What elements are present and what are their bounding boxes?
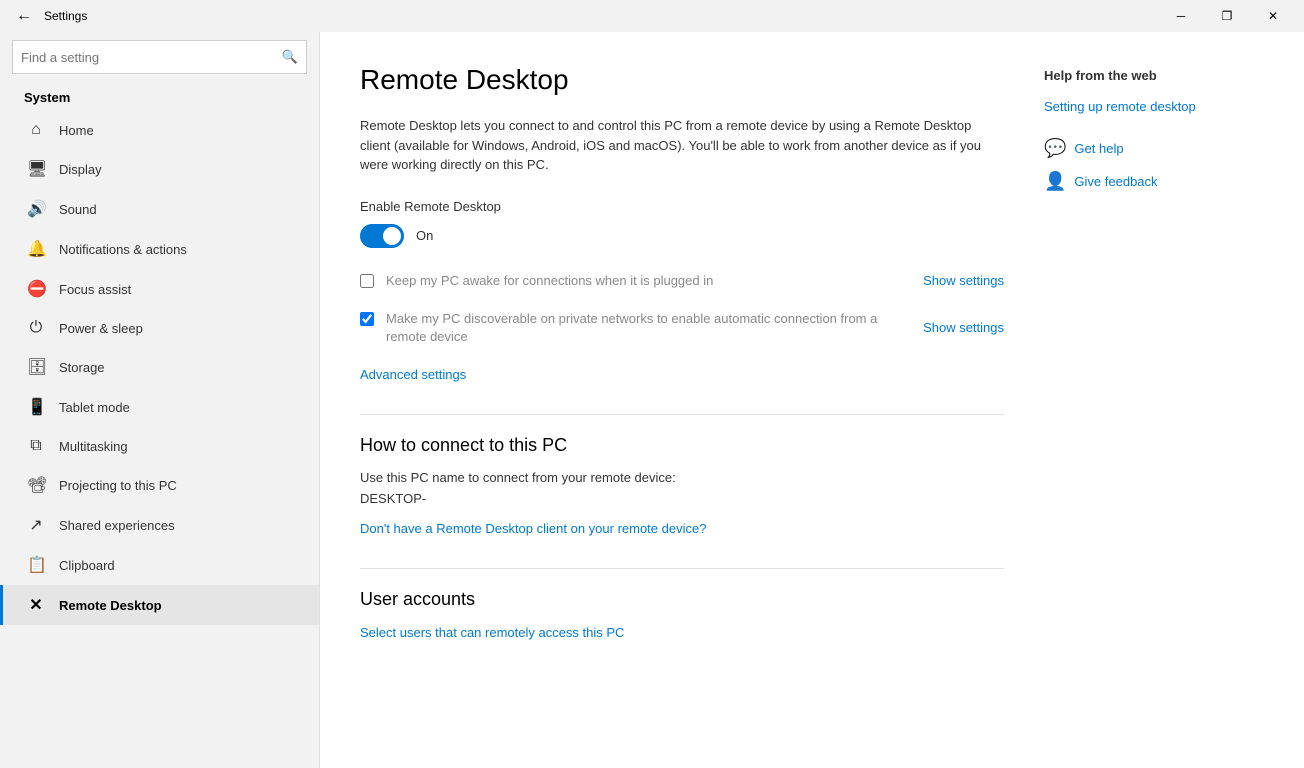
sidebar-item-projecting[interactable]: 📽 Projecting to this PC [0,465,319,505]
give-feedback-link[interactable]: Give feedback [1074,174,1157,189]
toggle-row: On [360,224,1004,248]
page-title: Remote Desktop [360,64,1004,96]
search-input[interactable] [21,50,282,65]
minimize-button[interactable]: ─ [1158,0,1204,32]
main-content: Remote Desktop Remote Desktop lets you c… [360,64,1004,736]
sidebar-item-focus-assist[interactable]: ⛔ Focus assist [0,269,319,309]
sidebar-item-sound[interactable]: 🔊 Sound [0,189,319,229]
sidebar-item-label: Remote Desktop [59,598,162,613]
sidebar-item-label: Display [59,162,102,177]
give-feedback-action[interactable]: 👤 Give feedback [1044,171,1264,192]
app-body: 🔍 System ⌂ Home 🖥 Display 🔊 Sound 🔔 Noti… [0,32,1304,768]
sidebar-item-storage[interactable]: 🗄 Storage [0,347,319,387]
how-to-connect-title: How to connect to this PC [360,435,1004,456]
close-button[interactable]: ✕ [1250,0,1296,32]
remote-desktop-icon: ✕ [27,595,45,615]
sidebar-item-label: Power & sleep [59,321,143,336]
give-feedback-icon: 👤 [1044,171,1066,192]
sidebar-item-home[interactable]: ⌂ Home [0,111,319,149]
sidebar-item-label: Home [59,123,94,138]
sidebar: 🔍 System ⌂ Home 🖥 Display 🔊 Sound 🔔 Noti… [0,32,320,768]
pc-name: DESKTOP- [360,491,1004,506]
enable-remote-desktop-label: Enable Remote Desktop [360,199,1004,214]
setting-up-remote-desktop-link[interactable]: Setting up remote desktop [1044,99,1264,114]
advanced-settings-link[interactable]: Advanced settings [360,367,466,382]
discoverable-label: Make my PC discoverable on private netwo… [386,310,915,346]
sidebar-item-label: Storage [59,360,105,375]
toggle-knob [383,227,401,245]
search-box[interactable]: 🔍 [12,40,307,74]
keep-awake-inner: Keep my PC awake for connections when it… [386,272,1004,290]
get-help-action[interactable]: 💬 Get help [1044,138,1264,159]
titlebar-title: Settings [44,9,87,23]
help-title: Help from the web [1044,68,1264,83]
section-divider-1 [360,414,1004,415]
sidebar-item-label: Focus assist [59,282,131,297]
search-icon: 🔍 [282,49,298,65]
maximize-button[interactable]: ❐ [1204,0,1250,32]
sidebar-section-title: System [0,82,319,111]
projecting-icon: 📽 [27,475,45,495]
show-settings-link-1[interactable]: Show settings [923,273,1004,288]
toggle-state-label: On [416,228,433,243]
discoverable-checkbox[interactable] [360,312,374,326]
select-users-link[interactable]: Select users that can remotely access th… [360,625,624,640]
sidebar-item-display[interactable]: 🖥 Display [0,149,319,189]
sidebar-item-label: Multitasking [59,439,128,454]
discoverable-inner: Make my PC discoverable on private netwo… [386,310,1004,346]
sidebar-item-remote-desktop[interactable]: ✕ Remote Desktop [0,585,319,625]
section-divider-2 [360,568,1004,569]
storage-icon: 🗄 [27,357,45,377]
discoverable-row: Make my PC discoverable on private netwo… [360,310,1004,350]
sidebar-item-shared-experiences[interactable]: ↗ Shared experiences [0,505,319,545]
clipboard-icon: 📋 [27,555,45,575]
content-area: Remote Desktop Remote Desktop lets you c… [320,32,1304,768]
keep-awake-row: Keep my PC awake for connections when it… [360,272,1004,294]
sound-icon: 🔊 [27,199,45,219]
sidebar-item-label: Notifications & actions [59,242,187,257]
multitasking-icon: ⧉ [27,437,45,455]
sidebar-item-label: Shared experiences [59,518,175,533]
get-help-link[interactable]: Get help [1074,141,1123,156]
display-icon: 🖥 [27,159,45,179]
keep-awake-checkbox[interactable] [360,274,374,288]
window-controls: ─ ❐ ✕ [1158,0,1296,32]
power-sleep-icon: ⏻ [27,319,45,337]
remote-desktop-toggle[interactable] [360,224,404,248]
no-client-link[interactable]: Don't have a Remote Desktop client on yo… [360,521,706,536]
sidebar-item-power-sleep[interactable]: ⏻ Power & sleep [0,309,319,347]
user-accounts-title: User accounts [360,589,1004,610]
back-button[interactable]: ← [8,3,40,29]
sidebar-item-label: Tablet mode [59,400,130,415]
show-settings-link-2[interactable]: Show settings [923,320,1004,335]
connect-desc: Use this PC name to connect from your re… [360,470,1004,485]
titlebar: ← Settings ─ ❐ ✕ [0,0,1304,32]
tablet-mode-icon: 📱 [27,397,45,417]
sidebar-item-label: Clipboard [59,558,115,573]
sidebar-item-clipboard[interactable]: 📋 Clipboard [0,545,319,585]
sidebar-item-notifications[interactable]: 🔔 Notifications & actions [0,229,319,269]
shared-experiences-icon: ↗ [27,515,45,535]
sidebar-item-label: Sound [59,202,97,217]
get-help-icon: 💬 [1044,138,1066,159]
notifications-icon: 🔔 [27,239,45,259]
home-icon: ⌂ [27,121,45,139]
keep-awake-label: Keep my PC awake for connections when it… [386,272,915,290]
description-text: Remote Desktop lets you connect to and c… [360,116,1004,175]
sidebar-item-multitasking[interactable]: ⧉ Multitasking [0,427,319,465]
help-sidebar: Help from the web Setting up remote desk… [1044,64,1264,736]
focus-assist-icon: ⛔ [27,279,45,299]
sidebar-item-tablet-mode[interactable]: 📱 Tablet mode [0,387,319,427]
sidebar-item-label: Projecting to this PC [59,478,177,493]
